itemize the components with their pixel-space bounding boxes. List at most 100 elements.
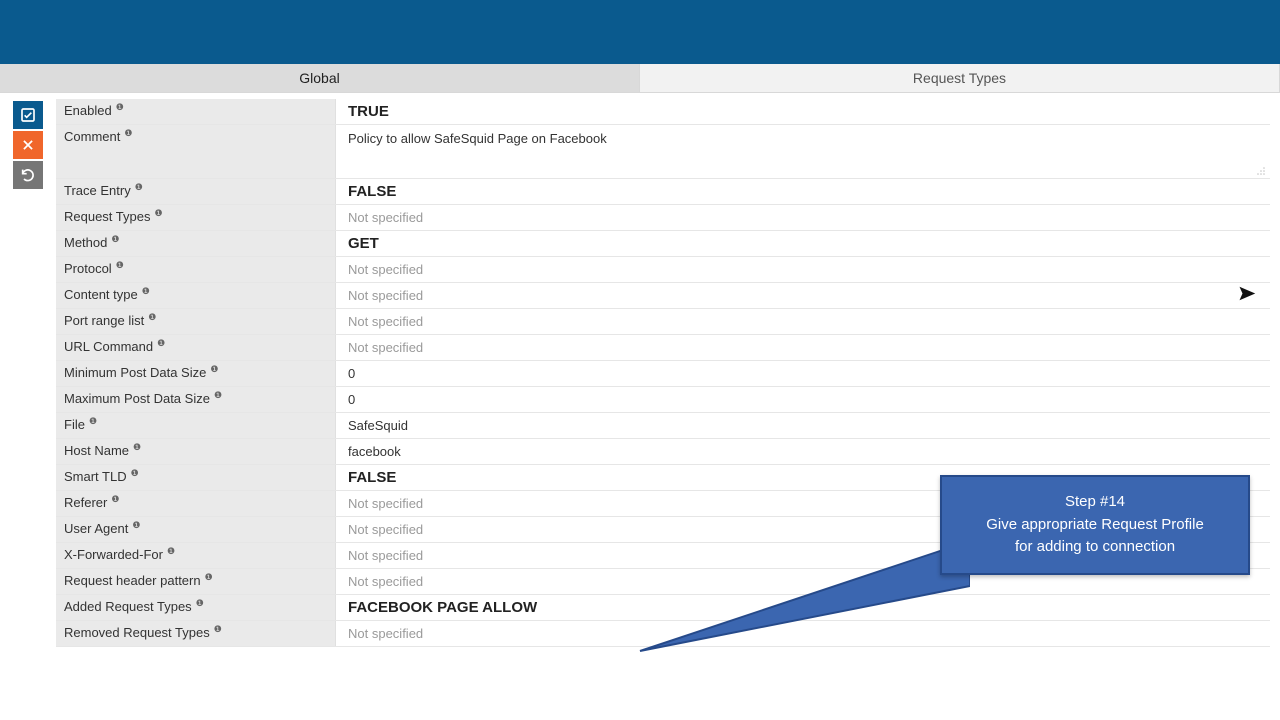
value-comment[interactable]: Policy to allow SafeSquid Page on Facebo…	[336, 125, 1270, 178]
value-text: Policy to allow SafeSquid Page on Facebo…	[348, 131, 607, 146]
info-icon[interactable]: ❶	[89, 416, 97, 427]
label-content-type: Content type❶	[56, 283, 336, 308]
label-text: Added Request Types	[64, 599, 192, 614]
tab-global[interactable]: Global	[0, 64, 640, 92]
info-icon[interactable]: ❶	[133, 442, 141, 453]
info-icon[interactable]: ❶	[111, 234, 119, 245]
value-text: Not specified	[348, 496, 423, 511]
row-max-post-size: Maximum Post Data Size❶ 0	[56, 387, 1270, 413]
label-text: Protocol	[64, 261, 112, 276]
undo-button[interactable]	[13, 161, 43, 189]
label-text: Request Types	[64, 209, 150, 224]
info-icon[interactable]: ❶	[116, 102, 124, 113]
label-request-types: Request Types ❶	[56, 205, 336, 230]
tab-request-types[interactable]: Request Types	[640, 64, 1280, 92]
row-enabled: Enabled ❶ TRUE	[56, 99, 1270, 125]
label-enabled: Enabled ❶	[56, 99, 336, 124]
info-icon[interactable]: ❶	[132, 520, 140, 531]
value-enabled[interactable]: TRUE	[336, 99, 1270, 124]
cancel-button[interactable]	[13, 131, 43, 159]
value-max-post-size[interactable]: 0	[336, 387, 1270, 412]
info-icon[interactable]: ❶	[116, 260, 124, 271]
value-text: 0	[348, 366, 355, 381]
label-removed-req-types: Removed Request Types ❶	[56, 621, 336, 646]
value-added-req-types[interactable]: FACEBOOK PAGE ALLOW	[336, 595, 1270, 620]
label-text: Host Name	[64, 443, 129, 458]
info-icon[interactable]: ❶	[148, 312, 156, 323]
label-method: Method❶	[56, 231, 336, 256]
value-min-post-size[interactable]: 0	[336, 361, 1270, 386]
label-text: File	[64, 417, 85, 432]
value-text: Not specified	[348, 574, 423, 589]
value-request-types[interactable]: Not specified	[336, 205, 1270, 230]
confirm-button[interactable]	[13, 101, 43, 129]
label-text: Request header pattern	[64, 573, 201, 588]
label-x-forwarded-for: X-Forwarded-For ❶	[56, 543, 336, 568]
value-text: Not specified	[348, 314, 423, 329]
value-text: FALSE	[348, 469, 396, 486]
row-protocol: Protocol ❶ Not specified	[56, 257, 1270, 283]
info-icon[interactable]: ❶	[205, 572, 213, 583]
value-text: SafeSquid	[348, 418, 408, 433]
resize-grip-icon[interactable]	[1256, 166, 1266, 176]
info-icon[interactable]: ❶	[214, 624, 222, 635]
value-text: Not specified	[348, 288, 423, 303]
label-text: User Agent	[64, 521, 128, 536]
value-port-range-list[interactable]: Not specified	[336, 309, 1270, 334]
info-icon[interactable]: ❶	[142, 286, 150, 297]
value-text: FACEBOOK PAGE ALLOW	[348, 599, 537, 616]
value-content-type[interactable]: Not specified	[336, 283, 1270, 308]
info-icon[interactable]: ❶	[154, 208, 162, 219]
label-comment: Comment ❶	[56, 125, 336, 178]
row-removed-req-types: Removed Request Types ❶ Not specified	[56, 621, 1270, 647]
label-host-name: Host Name ❶	[56, 439, 336, 464]
value-text: TRUE	[348, 103, 389, 120]
value-host-name[interactable]: facebook	[336, 439, 1270, 464]
value-text: GET	[348, 235, 379, 252]
row-host-name: Host Name ❶ facebook	[56, 439, 1270, 465]
info-icon[interactable]: ❶	[167, 546, 175, 557]
row-comment: Comment ❶ Policy to allow SafeSquid Page …	[56, 125, 1270, 179]
undo-icon	[20, 167, 36, 183]
close-icon	[21, 138, 35, 152]
label-text: Minimum Post Data Size	[64, 365, 206, 380]
label-file: File ❶	[56, 413, 336, 438]
info-icon[interactable]: ❶	[111, 494, 119, 505]
side-actions	[0, 99, 56, 189]
info-icon[interactable]: ❶	[210, 364, 218, 375]
row-method: Method❶ GET	[56, 231, 1270, 257]
row-content-type: Content type❶ Not specified	[56, 283, 1270, 309]
value-protocol[interactable]: Not specified	[336, 257, 1270, 282]
label-text: Referer	[64, 495, 107, 510]
value-removed-req-types[interactable]: Not specified	[336, 621, 1270, 646]
value-text: Not specified	[348, 548, 423, 563]
info-icon[interactable]: ❶	[214, 390, 222, 401]
callout-line1: Give appropriate Request Profile	[952, 514, 1238, 537]
label-user-agent: User Agent ❶	[56, 517, 336, 542]
label-text: Comment	[64, 129, 120, 144]
label-referer: Referer ❶	[56, 491, 336, 516]
value-text: facebook	[348, 444, 401, 459]
value-method[interactable]: GET	[336, 231, 1270, 256]
value-text: Not specified	[348, 522, 423, 537]
info-icon[interactable]: ❶	[196, 598, 204, 609]
value-file[interactable]: SafeSquid	[336, 413, 1270, 438]
label-port-range-list: Port range list❶	[56, 309, 336, 334]
label-added-req-types: Added Request Types ❶	[56, 595, 336, 620]
label-text: Removed Request Types	[64, 625, 210, 640]
row-trace-entry: Trace Entry❶ FALSE	[56, 179, 1270, 205]
send-icon[interactable]	[1238, 284, 1256, 307]
value-url-command[interactable]: Not specified	[336, 335, 1270, 360]
value-trace-entry[interactable]: FALSE	[336, 179, 1270, 204]
info-icon[interactable]: ❶	[124, 128, 132, 139]
value-text: FALSE	[348, 183, 396, 200]
label-text: Enabled	[64, 103, 112, 118]
info-icon[interactable]: ❶	[135, 182, 143, 193]
label-protocol: Protocol ❶	[56, 257, 336, 282]
label-smart-tld: Smart TLD❶	[56, 465, 336, 490]
callout-line2: for adding to connection	[952, 536, 1238, 559]
label-trace-entry: Trace Entry❶	[56, 179, 336, 204]
info-icon[interactable]: ❶	[131, 468, 139, 479]
info-icon[interactable]: ❶	[157, 338, 165, 349]
label-text: X-Forwarded-For	[64, 547, 163, 562]
